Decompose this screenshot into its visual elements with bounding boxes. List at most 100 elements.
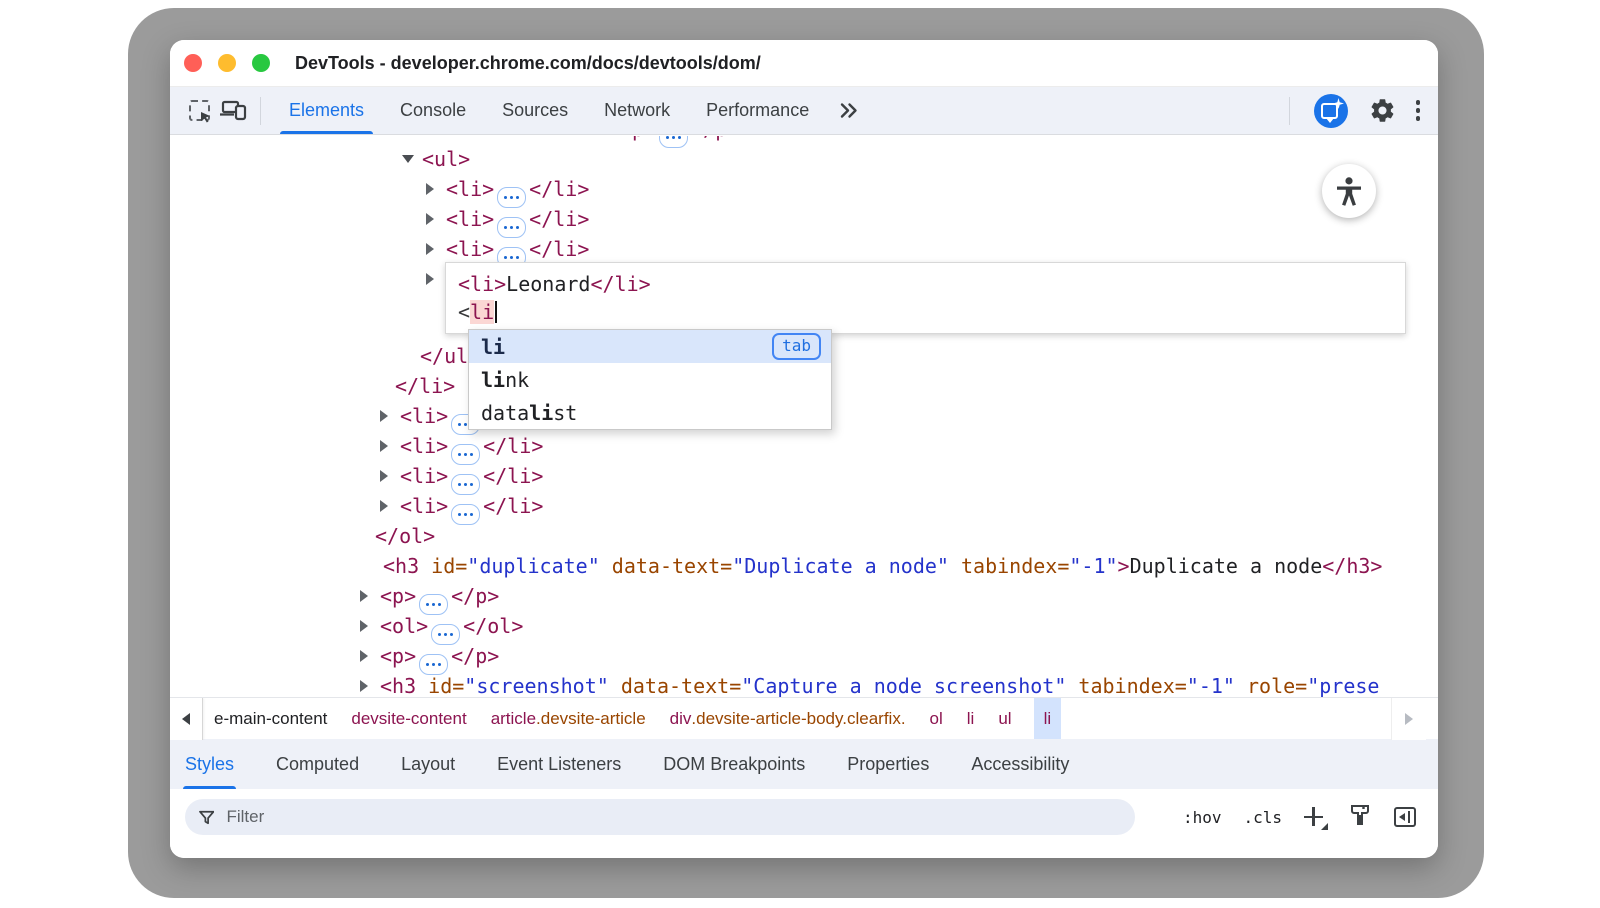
breadcrumb-item[interactable]: devsite-content [349, 698, 468, 740]
accessibility-person-icon [1333, 175, 1365, 207]
toggle-sidebar-panel-icon[interactable] [1394, 807, 1416, 827]
ellipsis-dot-icon [438, 603, 442, 607]
ellipsis-dot-icon [666, 136, 670, 139]
dom-tree-row-clipped[interactable]: <p> </p> [170, 136, 1438, 144]
expand-arrow-icon[interactable] [360, 650, 368, 662]
code-segment-tag: </p> [691, 136, 739, 141]
expand-arrow-icon[interactable] [426, 183, 434, 195]
breadcrumb-item[interactable]: ul [996, 698, 1013, 740]
expand-arrow-icon[interactable] [426, 213, 434, 225]
new-style-rule-button[interactable] [1304, 806, 1326, 828]
dom-tree-row-li[interactable]: <li></li> [170, 204, 1438, 234]
breadcrumb-item[interactable]: e-main-content [212, 698, 329, 740]
dom-tree-row-ol-close[interactable]: </ol> [170, 521, 1438, 551]
ai-assistance-icon[interactable] [1314, 94, 1348, 128]
dom-edit-line-2[interactable]: <li [458, 298, 1393, 326]
breadcrumb-segment: .devsite-article-body.clearfix. [691, 709, 905, 729]
panel-tab-dom-breakpoints[interactable]: DOM Breakpoints [663, 739, 805, 789]
dom-tree-row-li[interactable]: <li></li> [170, 431, 1438, 461]
tab-console[interactable]: Console [385, 87, 481, 134]
code-segment-tag: <li> [400, 434, 448, 458]
expand-arrow-icon[interactable] [360, 590, 368, 602]
accessibility-widget-button[interactable] [1322, 164, 1376, 218]
tab-network[interactable]: Network [589, 87, 685, 134]
expand-arrow-icon[interactable] [426, 243, 434, 255]
ellipsis-dot-icon [672, 136, 676, 139]
breadcrumb-item[interactable]: article.devsite-article [489, 698, 648, 740]
dom-edit-box[interactable]: <li>Leonard</li><li [445, 262, 1406, 334]
device-toolbar-icon[interactable] [216, 94, 250, 128]
close-window-button[interactable] [184, 54, 202, 72]
breadcrumb-segment: div [670, 709, 692, 729]
filter-input[interactable] [224, 806, 1121, 828]
tab-sources[interactable]: Sources [487, 87, 583, 134]
breadcrumb-scroll-left-button[interactable] [170, 698, 203, 740]
dom-tree-row-p[interactable]: <p></p> [170, 641, 1438, 671]
dom-tree-row-ul-open[interactable]: <ul> [170, 144, 1438, 174]
breadcrumb-item[interactable]: li [965, 698, 977, 740]
panel-tab-computed[interactable]: Computed [276, 739, 359, 789]
ellipsis-dot-icon [516, 226, 520, 230]
rendering-emulation-icon[interactable] [1348, 803, 1372, 832]
expand-arrow-icon[interactable] [360, 620, 368, 632]
filter-field[interactable] [185, 799, 1135, 835]
collapse-arrow-icon[interactable] [402, 155, 414, 163]
expand-arrow-icon[interactable] [360, 680, 368, 692]
zoom-window-button[interactable] [252, 54, 270, 72]
title-bar: DevTools - developer.chrome.com/docs/dev… [170, 40, 1438, 87]
more-tabs-icon[interactable] [831, 94, 865, 128]
dom-tree-row-li[interactable]: <li></li> [170, 461, 1438, 491]
autocomplete-item[interactable]: link [469, 363, 831, 396]
dom-tree-row-li[interactable]: <li></li> [170, 491, 1438, 521]
expand-arrow-icon[interactable] [380, 440, 388, 452]
dom-tree-row-p[interactable]: <p></p> [170, 581, 1438, 611]
panel-tab-layout[interactable]: Layout [401, 739, 455, 789]
breadcrumb-item[interactable]: li [1034, 698, 1062, 740]
breadcrumb-item[interactable]: ol [928, 698, 945, 740]
ellipsis-dot-icon [438, 633, 442, 637]
dom-tree-row-h3-screenshot[interactable]: <h3 id="screenshot" data-text="Capture a… [170, 671, 1438, 697]
breadcrumb-scroll-right-button[interactable] [1391, 698, 1426, 740]
autocomplete-item[interactable]: litab [469, 330, 831, 363]
code-segment-tag: </li> [395, 374, 455, 398]
dom-tree-row-h3-duplicate[interactable]: <h3 id="duplicate" data-text="Duplicate … [170, 551, 1438, 581]
breadcrumb-item[interactable]: div.devsite-article-body.clearfix. [668, 698, 908, 740]
panel-tab-event-listeners[interactable]: Event Listeners [497, 739, 621, 789]
dom-edit-line-1[interactable]: <li>Leonard</li> [458, 270, 1393, 298]
expand-arrow-icon[interactable] [380, 500, 388, 512]
dom-tree-row-li[interactable]: <li></li> [170, 174, 1438, 204]
ellipsis-dot-icon [432, 603, 436, 607]
panel-tab-strip: ElementsConsoleSourcesNetworkPerformance [271, 87, 827, 134]
code-segment-tag: <p> [620, 136, 656, 141]
code-segment-tag: <p> [380, 584, 416, 608]
code-segment-txt: Leonard [506, 272, 590, 296]
settings-gear-icon[interactable] [1366, 94, 1400, 128]
element-classes-button[interactable]: .cls [1243, 808, 1282, 827]
panel-tab-properties[interactable]: Properties [847, 739, 929, 789]
code-segment-tag: <ol> [380, 614, 428, 638]
breadcrumb-segment: e-main-content [214, 709, 327, 729]
minimize-window-button[interactable] [218, 54, 236, 72]
dom-tree-row-ol[interactable]: <ol></ol> [170, 611, 1438, 641]
code-segment-attr: id= [419, 554, 467, 578]
dom-tree-panel: <p></p><ul><li></li><li></li><li></li><l… [170, 136, 1438, 697]
ellipsis-dot-icon [432, 663, 436, 667]
expand-arrow-icon[interactable] [380, 470, 388, 482]
expand-arrow-icon[interactable] [380, 410, 388, 422]
toggle-element-state-button[interactable]: :hov [1183, 808, 1222, 827]
dom-tree-row-li[interactable]: <li></li> [170, 234, 1438, 264]
code-segment-txt: Duplicate a node [1130, 554, 1323, 578]
more-options-kebab-icon[interactable] [1416, 100, 1421, 121]
ellipsis-dot-icon [504, 226, 508, 230]
code-segment-tag: </li> [529, 177, 589, 201]
ellipsis-dot-icon [426, 603, 430, 607]
tab-performance[interactable]: Performance [691, 87, 824, 134]
inspect-element-icon[interactable] [182, 94, 216, 128]
panel-tab-styles[interactable]: Styles [185, 739, 234, 789]
expand-arrow-icon[interactable] [426, 273, 434, 285]
code-segment-tag: </li> [529, 207, 589, 231]
autocomplete-item[interactable]: datalist [469, 396, 831, 429]
panel-tab-accessibility[interactable]: Accessibility [971, 739, 1069, 789]
ellipsis-dot-icon [678, 136, 682, 139]
tab-elements[interactable]: Elements [274, 87, 379, 134]
